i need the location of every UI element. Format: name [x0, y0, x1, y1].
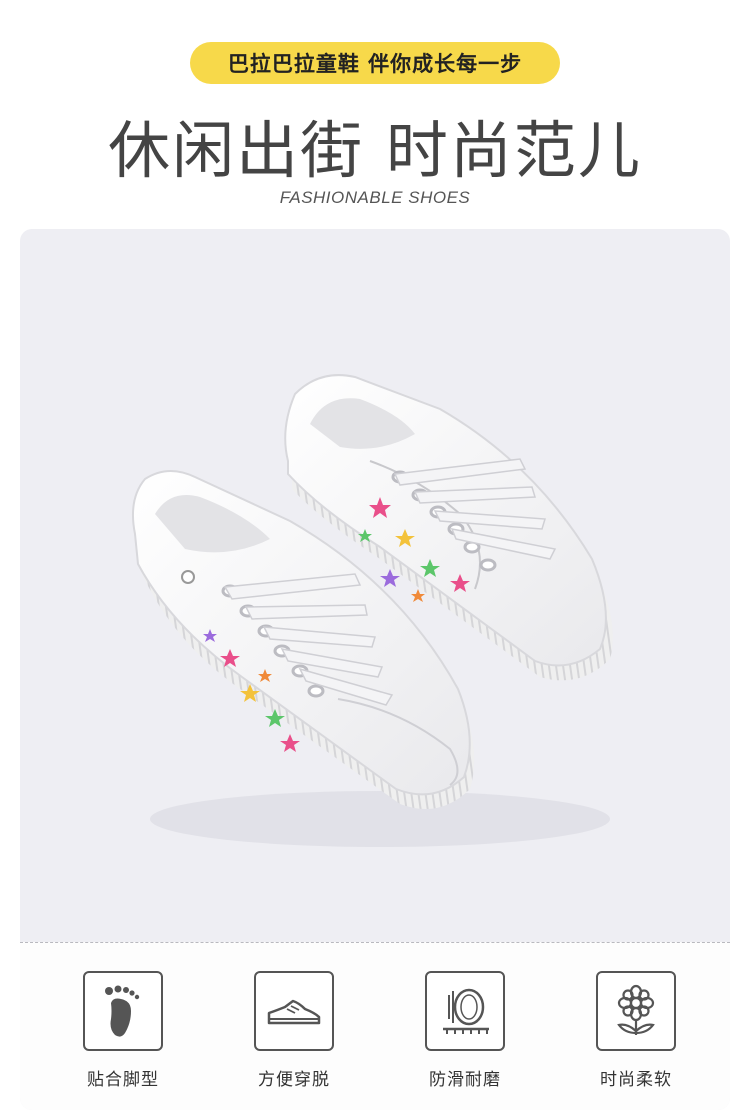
product-photo — [132, 374, 613, 847]
feature-label: 时尚柔软 — [600, 1070, 672, 1090]
feature-easy-wear: 方便穿脱 — [234, 971, 354, 1090]
feature-label: 方便穿脱 — [258, 1070, 330, 1090]
brand-slogan-pill: 巴拉巴拉童鞋 伴你成长每一步 — [190, 42, 560, 84]
feature-non-slip: 防滑耐磨 — [405, 971, 525, 1090]
footprint-icon — [83, 971, 163, 1051]
product-card: 贴合脚型 方便穿脱 防滑耐磨 时尚柔软 — [20, 229, 730, 1110]
sole-icon — [425, 971, 505, 1051]
feature-label: 贴合脚型 — [87, 1070, 159, 1090]
page-title: 休闲出街 时尚范儿 — [108, 114, 642, 187]
feature-fit: 贴合脚型 — [63, 971, 183, 1090]
feature-strip: 贴合脚型 方便穿脱 防滑耐磨 时尚柔软 — [20, 942, 730, 1110]
feature-label: 防滑耐磨 — [429, 1070, 501, 1090]
page-subtitle: FASHIONABLE SHOES — [279, 188, 471, 207]
feature-soft: 时尚柔软 — [576, 971, 696, 1090]
product-page: 巴拉巴拉童鞋 伴你成长每一步 休闲出街 时尚范儿 FASHIONABLE SHO… — [0, 0, 750, 1110]
flower-icon — [596, 971, 676, 1051]
shoe-icon — [254, 971, 334, 1051]
